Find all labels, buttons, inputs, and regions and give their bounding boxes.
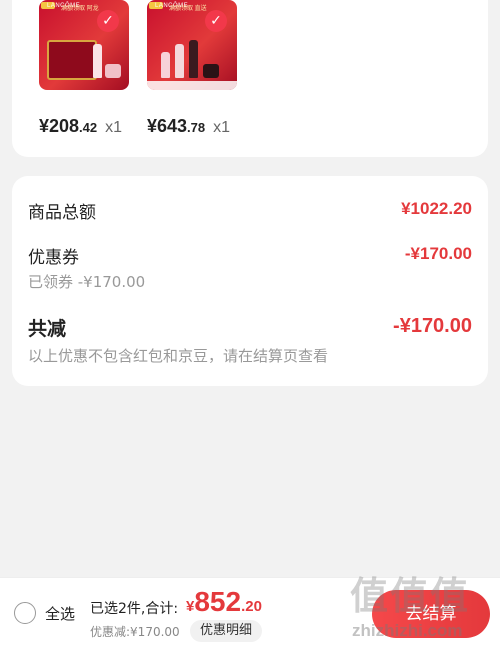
product-quantity: x1 xyxy=(213,119,231,136)
product-price: ¥643.78 x1 xyxy=(147,116,230,137)
watermark-logo: 值值值 xyxy=(350,574,471,618)
price-decimal: .42 xyxy=(79,120,98,135)
discount-detail-button[interactable]: 优惠明细 xyxy=(190,620,262,642)
product-jar-image xyxy=(203,64,219,78)
goods-total-label: 商品总额 xyxy=(28,203,96,223)
select-all-label[interactable]: 全选 xyxy=(45,603,75,624)
watermark-url: zhizhizhi.com xyxy=(352,621,463,640)
goods-total-value: ¥1022.20 xyxy=(401,199,472,218)
disclaimer-text: 以上优惠不包含红包和京豆，请在结算页查看 xyxy=(28,347,329,365)
promo-strip xyxy=(147,81,237,90)
coupon-label: 优惠券 xyxy=(28,248,79,268)
promo-text: 满额领取 阿龙 xyxy=(61,6,99,12)
product-price: ¥208.42 x1 xyxy=(39,116,122,137)
coupon-note: 已领券 -¥170.00 xyxy=(28,273,146,291)
product-bottle-image xyxy=(93,44,102,78)
total-off-value: -¥170.00 xyxy=(393,315,472,337)
total-price: ¥852.20 xyxy=(186,586,262,618)
price-summary-card: 商品总额 ¥1022.20 优惠券 -¥170.00 已领券 -¥170.00 … xyxy=(12,176,488,386)
check-icon[interactable]: ✓ xyxy=(205,10,227,32)
total-off-label: 共减 xyxy=(28,318,67,340)
product-quantity: x1 xyxy=(105,119,123,136)
total-integer: 852 xyxy=(194,586,242,617)
cart-product-card: LANCÔME 满额领取 阿龙 ✓ ¥208.42 x1 LANCÔME 满额领取… xyxy=(12,0,488,157)
price-decimal: .78 xyxy=(187,120,206,135)
product-thumbnail[interactable]: LANCÔME 满额领取 阿龙 ✓ xyxy=(39,0,129,90)
selected-count: 已选2件,合计: xyxy=(90,601,179,617)
discount-note: 优惠减:¥170.00 xyxy=(90,625,180,639)
radio-unchecked-icon[interactable] xyxy=(14,602,36,624)
price-integer: ¥643 xyxy=(147,116,188,136)
product-bottle-image xyxy=(189,40,198,78)
product-thumbnail[interactable]: LANCÔME 满额领取 直送 ✓ xyxy=(147,0,237,90)
gift-box-image xyxy=(47,40,97,80)
coupon-value: -¥170.00 xyxy=(404,244,472,263)
check-icon[interactable]: ✓ xyxy=(97,10,119,32)
product-bottle-image xyxy=(161,52,170,78)
total-decimal: .20 xyxy=(241,598,262,615)
product-jar-image xyxy=(105,64,121,78)
product-bottle-image xyxy=(175,44,184,78)
price-integer: ¥208 xyxy=(39,116,80,136)
promo-text: 满额领取 直送 xyxy=(169,6,207,12)
